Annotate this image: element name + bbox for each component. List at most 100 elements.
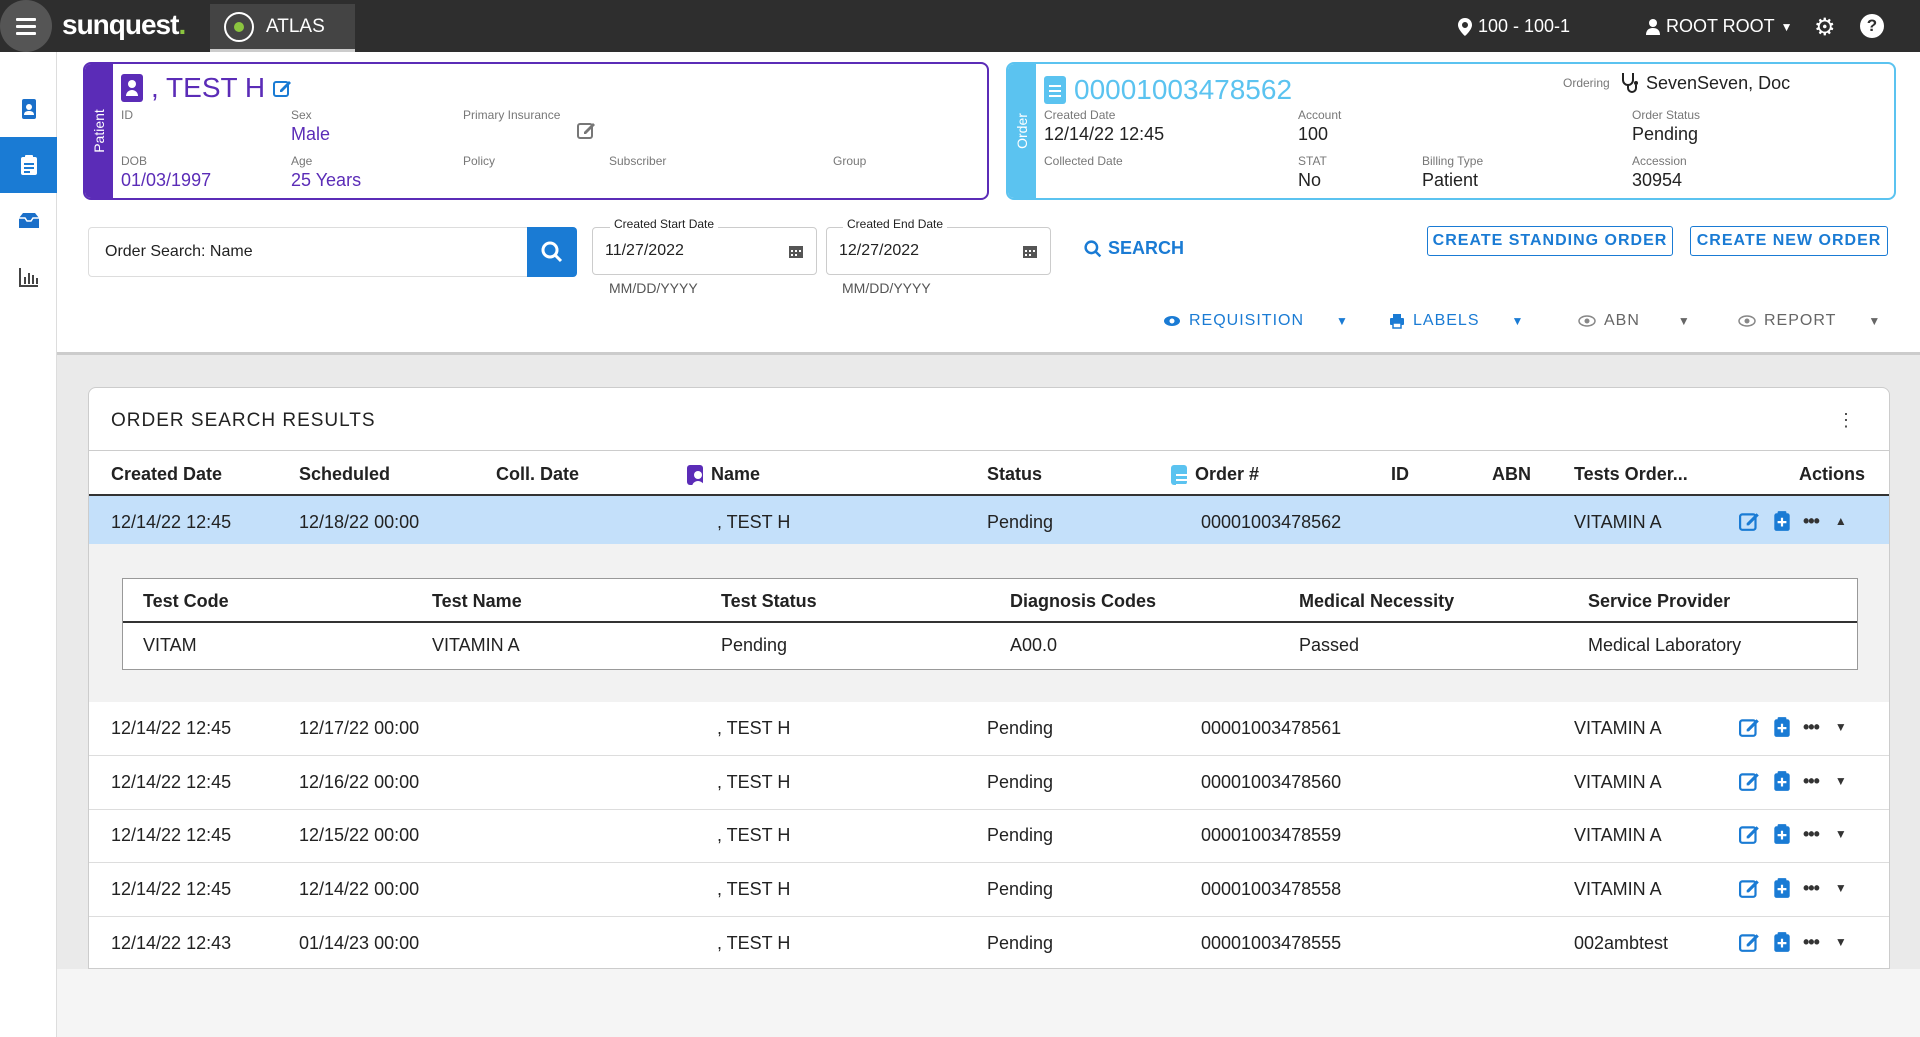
scheduled-cell: 12/15/22 00:00 [299, 825, 420, 845]
caret-down-icon: ▼ [1336, 314, 1349, 328]
add-clipboard-icon[interactable] [1771, 510, 1793, 532]
col-medical-necessity: Medical Necessity [1299, 591, 1455, 611]
more-options-icon[interactable]: ••• [1803, 878, 1820, 899]
row-actions: ••• ▼ [1739, 770, 1847, 792]
sidebar-item-patient[interactable] [0, 81, 57, 137]
create-new-order-button[interactable]: CREATE NEW ORDER [1690, 226, 1888, 256]
created-start-date-field[interactable]: 11/27/2022 [592, 227, 817, 275]
patient-dob-value: 01/03/1997 [121, 170, 212, 190]
table-row[interactable]: 12/14/22 12:45 12/16/22 00:00 , TEST H Pend… [89, 756, 1889, 810]
hamburger-menu-icon[interactable] [0, 0, 52, 52]
add-clipboard-icon[interactable] [1771, 877, 1793, 899]
scheduled-cell: 12/16/22 00:00 [299, 772, 420, 792]
service-provider-cell: Medical Laboratory [1588, 635, 1742, 655]
name-cell: , TEST H [717, 772, 791, 792]
caret-down-icon: ▼ [1780, 19, 1793, 34]
test-status-cell: Pending [721, 635, 788, 655]
order-search-results-panel: ORDER SEARCH RESULTS ⋮ Created Date Sche… [88, 387, 1890, 969]
more-options-icon[interactable]: ••• [1803, 717, 1820, 738]
created-end-date-field[interactable]: 12/27/2022 [826, 227, 1051, 275]
atlas-icon [224, 11, 254, 42]
order-search-input[interactable]: Order Search: Name [88, 227, 528, 277]
search-icon [541, 241, 563, 263]
chevron-up-icon[interactable]: ▲ [1835, 514, 1847, 528]
stethoscope-icon [1622, 73, 1638, 93]
col-order-number[interactable]: Order # [1171, 464, 1259, 485]
search-placeholder: Order Search: Name [105, 243, 253, 260]
more-options-icon[interactable]: ••• [1803, 824, 1820, 845]
col-status[interactable]: Status [987, 464, 1042, 485]
create-standing-order-button[interactable]: CREATE STANDING ORDER [1427, 226, 1673, 256]
report-dropdown[interactable]: REPORT ▼ [1738, 312, 1881, 330]
chevron-down-icon[interactable]: ▼ [1835, 827, 1847, 841]
user-menu[interactable]: ROOT ROOT ▼ [1646, 16, 1793, 37]
sidebar-item-inbox[interactable] [0, 193, 57, 249]
end-date-value: 12/27/2022 [839, 242, 920, 259]
table-row[interactable]: 12/14/22 12:45 12/14/22 00:00 , TEST H Pend… [89, 863, 1889, 917]
chevron-down-icon[interactable]: ▼ [1835, 935, 1847, 949]
patient-sex-label: Sex [291, 108, 312, 122]
help-icon[interactable]: ? [1860, 14, 1884, 38]
left-sidebar [0, 52, 57, 1037]
order-number-cell: 00001003478562 [1201, 512, 1342, 532]
search-link-button[interactable]: SEARCH [1084, 238, 1184, 259]
search-button[interactable] [527, 227, 577, 277]
user-icon [1646, 18, 1660, 35]
col-coll-date[interactable]: Coll. Date [496, 464, 579, 485]
edit-insurance-icon[interactable] [577, 120, 597, 140]
order-clipboard-icon [1171, 464, 1188, 485]
eye-icon [1738, 315, 1756, 327]
edit-icon[interactable] [1739, 510, 1761, 532]
order-status-value: Pending [1632, 124, 1699, 144]
chevron-down-icon[interactable]: ▼ [1835, 774, 1847, 788]
col-created-date[interactable]: Created Date [111, 464, 222, 485]
calendar-icon[interactable] [788, 243, 804, 259]
edit-icon[interactable] [1739, 716, 1761, 738]
edit-icon[interactable] [1739, 931, 1761, 953]
table-row[interactable]: 12/14/22 12:45 12/18/22 00:00 , TEST H Pend… [89, 496, 1889, 550]
app-tab-atlas[interactable]: ATLAS [210, 4, 355, 52]
col-abn[interactable]: ABN [1492, 464, 1531, 485]
table-row[interactable]: 12/14/22 12:45 12/17/22 00:00 , TEST H Pend… [89, 702, 1889, 756]
subscriber-label: Subscriber [609, 154, 667, 168]
tests-cell: VITAMIN A [1574, 718, 1662, 738]
col-id[interactable]: ID [1391, 464, 1409, 485]
caret-down-icon: ▼ [1677, 314, 1691, 328]
created-date-cell: 12/14/22 12:45 [111, 512, 232, 532]
add-clipboard-icon[interactable] [1771, 716, 1793, 738]
edit-icon[interactable] [1739, 877, 1761, 899]
gear-icon[interactable]: ⚙ [1814, 13, 1836, 42]
edit-icon[interactable] [273, 78, 293, 98]
location-selector[interactable]: 100 - 100-1 [1458, 16, 1570, 37]
add-clipboard-icon[interactable] [1771, 931, 1793, 953]
name-cell: , TEST H [717, 933, 791, 953]
more-options-icon[interactable]: ••• [1803, 932, 1820, 953]
collected-date-label: Collected Date [1044, 154, 1123, 168]
more-options-icon[interactable]: ••• [1803, 771, 1820, 792]
edit-icon[interactable] [1739, 770, 1761, 792]
edit-icon[interactable] [1739, 823, 1761, 845]
sidebar-item-reports[interactable] [0, 249, 57, 305]
test-code-cell: VITAM [143, 635, 197, 655]
ordering-label: Ordering [1563, 76, 1610, 90]
account-value: 100 [1298, 124, 1329, 144]
more-options-icon[interactable]: ⋮ [1837, 410, 1855, 431]
table-row[interactable]: 12/14/22 12:45 12/15/22 00:00 , TEST H Pend… [89, 809, 1889, 863]
labels-dropdown[interactable]: LABELS ▼ [1389, 312, 1524, 330]
table-row[interactable]: 12/14/22 12:43 01/14/23 00:00 , TEST H Pend… [89, 917, 1889, 968]
add-clipboard-icon[interactable] [1771, 823, 1793, 845]
calendar-icon[interactable] [1022, 243, 1038, 259]
abn-dropdown[interactable]: ABN ▼ [1578, 312, 1691, 330]
requisition-dropdown[interactable]: REQUISITION ▼ [1163, 312, 1349, 330]
policy-label: Policy [463, 154, 496, 168]
chevron-down-icon[interactable]: ▼ [1835, 881, 1847, 895]
billing-type-label: Billing Type [1422, 154, 1484, 168]
more-options-icon[interactable]: ••• [1803, 511, 1820, 532]
chevron-down-icon[interactable]: ▼ [1835, 720, 1847, 734]
order-number-text: 00001003478562 [1074, 74, 1293, 105]
col-scheduled[interactable]: Scheduled [299, 464, 390, 485]
sidebar-item-orders[interactable] [0, 137, 57, 193]
col-tests-ordered[interactable]: Tests Order... [1574, 464, 1688, 485]
add-clipboard-icon[interactable] [1771, 770, 1793, 792]
col-name[interactable]: Name [687, 464, 760, 487]
